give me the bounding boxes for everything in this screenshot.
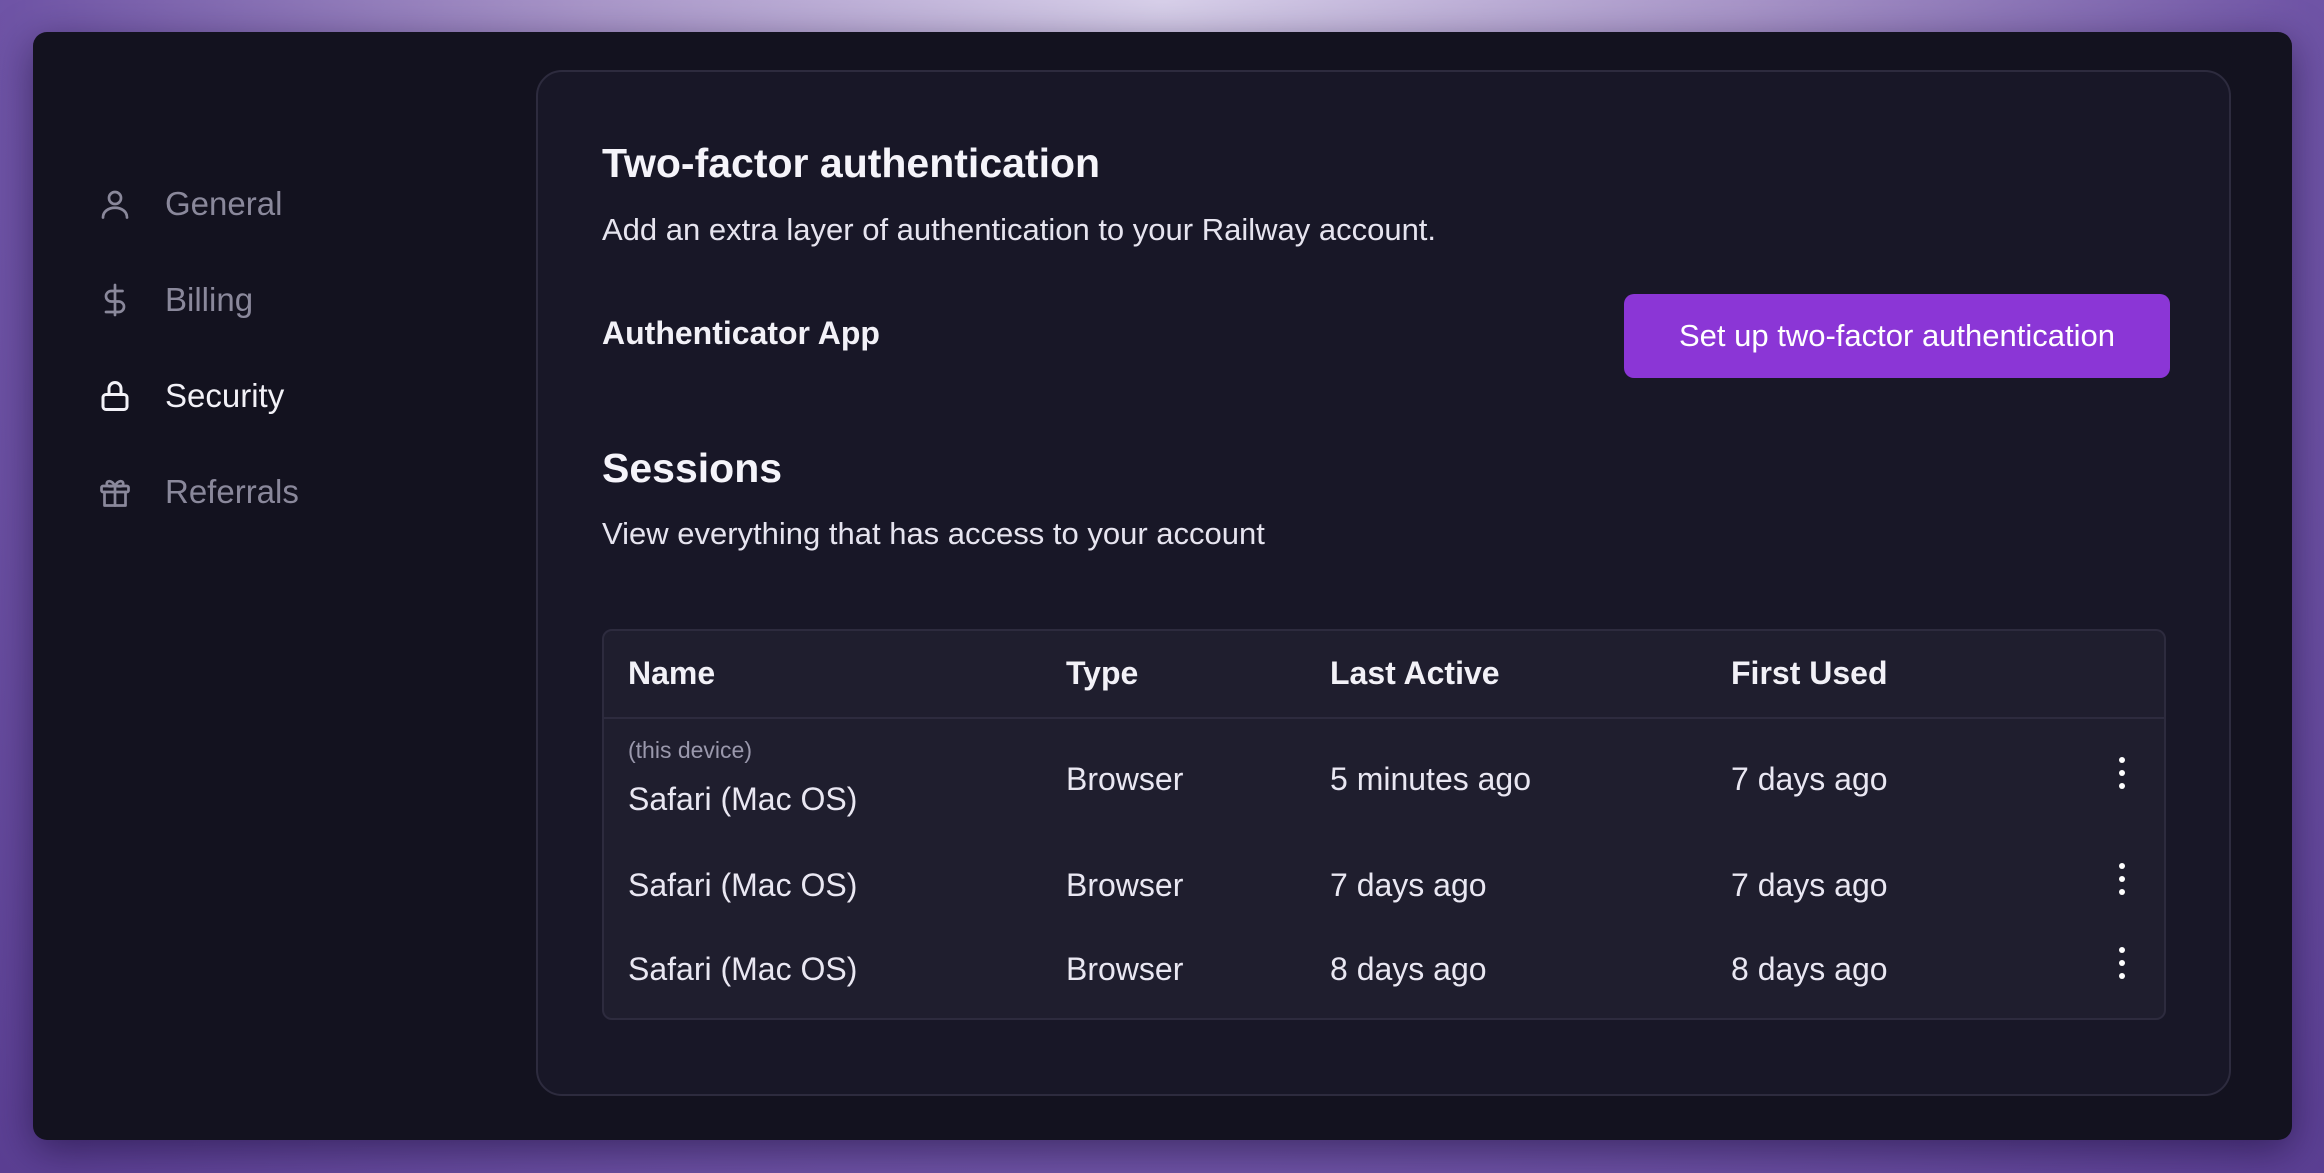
more-options-icon[interactable] <box>2110 859 2134 899</box>
setup-2fa-button[interactable]: Set up two-factor authentication <box>1624 294 2170 378</box>
sessions-description: View everything that has access to your … <box>602 516 1265 551</box>
more-options-icon[interactable] <box>2110 943 2134 983</box>
session-name: Safari (Mac OS) <box>628 781 858 817</box>
session-name: Safari (Mac OS) <box>628 867 858 903</box>
twofa-description: Add an extra layer of authentication to … <box>602 212 1437 247</box>
this-device-note: (this device) <box>628 737 752 763</box>
session-last-active: 7 days ago <box>1330 867 1487 903</box>
column-header-first-used: First Used <box>1731 655 1888 691</box>
session-first-used: 7 days ago <box>1731 761 1888 797</box>
table-row: Safari (Mac OS) Browser 7 days ago 7 day… <box>604 847 2164 931</box>
lock-icon <box>95 376 135 416</box>
sidebar-item-billing[interactable]: Billing <box>95 270 253 330</box>
session-type: Browser <box>1066 867 1184 903</box>
sessions-table: Name Type Last Active First Used (this d… <box>602 629 2166 1020</box>
authenticator-app-label: Authenticator App <box>602 315 880 351</box>
table-row: Safari (Mac OS) Browser 8 days ago 8 day… <box>604 931 2164 1017</box>
security-card: Two-factor authentication Add an extra l… <box>536 70 2231 1096</box>
sidebar-item-label: General <box>165 185 283 222</box>
session-last-active: 5 minutes ago <box>1330 761 1532 797</box>
sidebar-item-general[interactable]: General <box>95 174 282 234</box>
sidebar: General Billing Security Referrals <box>33 32 533 1140</box>
sidebar-item-label: Billing <box>165 281 254 318</box>
dollar-icon <box>95 280 135 320</box>
sessions-title: Sessions <box>602 445 783 491</box>
more-options-icon[interactable] <box>2110 753 2134 793</box>
column-header-type: Type <box>1066 655 1139 691</box>
sidebar-item-label: Security <box>165 377 285 414</box>
gift-icon <box>95 472 135 512</box>
sidebar-item-label: Referrals <box>165 473 299 510</box>
session-first-used: 8 days ago <box>1731 951 1888 987</box>
table-header: Name Type Last Active First Used <box>604 631 2164 719</box>
session-name: Safari (Mac OS) <box>628 951 858 987</box>
session-last-active: 8 days ago <box>1330 951 1487 987</box>
sidebar-item-security[interactable]: Security <box>95 366 284 426</box>
user-icon <box>95 184 135 224</box>
twofa-title: Two-factor authentication <box>602 140 1101 186</box>
sidebar-item-referrals[interactable]: Referrals <box>95 462 299 522</box>
session-first-used: 7 days ago <box>1731 867 1888 903</box>
settings-window: General Billing Security Referrals Two-f… <box>33 32 2292 1140</box>
column-header-name: Name <box>628 655 716 691</box>
session-type: Browser <box>1066 761 1184 797</box>
column-header-last-active: Last Active <box>1330 655 1500 691</box>
table-row: (this device) Safari (Mac OS) Browser 5 … <box>604 719 2164 847</box>
session-type: Browser <box>1066 951 1184 987</box>
